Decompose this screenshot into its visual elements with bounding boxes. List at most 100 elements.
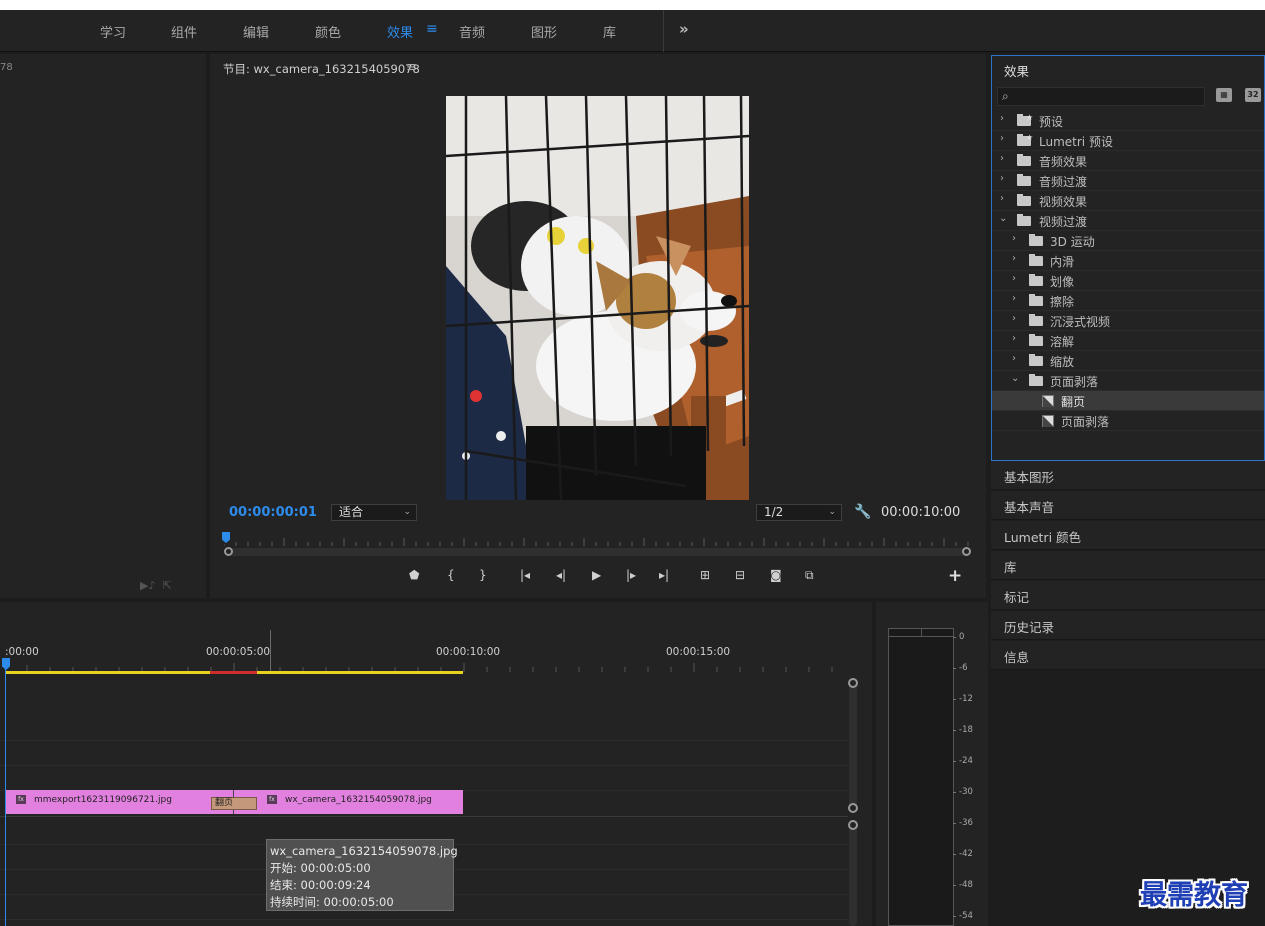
tree-item-label: Lumetri 预设 <box>1039 135 1113 149</box>
scroll-handle-top[interactable] <box>848 678 858 688</box>
timeline-vertical-scrollbars <box>848 678 858 926</box>
tree-item-video-transitions[interactable]: ⌄ 视频过渡 <box>992 211 1264 231</box>
panel-essential-graphics[interactable]: 基本图形 <box>991 461 1265 490</box>
lift-icon[interactable]: ⊞ <box>700 568 710 582</box>
panel-menu-icon[interactable]: ≡ <box>406 60 417 75</box>
panel-label: 基本图形 <box>1004 470 1055 485</box>
go-to-in-icon[interactable]: |◂ <box>520 568 530 582</box>
tree-item-wipe[interactable]: › 擦除 <box>992 291 1264 311</box>
wrench-icon[interactable]: 🔧 <box>854 504 871 520</box>
scroll-handle-top[interactable] <box>848 820 858 830</box>
tree-item-presets[interactable]: › ★ 预设 <box>992 111 1264 131</box>
folder-icon <box>1029 294 1043 306</box>
go-to-out-icon[interactable]: ▸| <box>659 568 669 582</box>
tree-item-video-effects[interactable]: › 视频效果 <box>992 191 1264 211</box>
tree-item-audio-effects[interactable]: › 音频效果 <box>992 151 1264 171</box>
audio-meter-panel: 0 -6 -12 -18 -24 -30 -36 -42 -48 -54 <box>876 602 988 926</box>
resolution-select[interactable]: 1/2 ⌄ <box>756 504 842 521</box>
panel-info[interactable]: 信息 <box>991 641 1265 670</box>
program-title[interactable]: 节目: wx_camera_1632154059078 <box>223 61 420 77</box>
timeline-clip[interactable]: fx mmexport1623119096721.jpg <box>5 790 234 814</box>
play-icon[interactable]: ▶ <box>592 568 601 582</box>
add-button[interactable]: + <box>948 566 962 586</box>
tooltip-duration: 持续时间: 00:00:05:00 <box>270 895 394 909</box>
timeline-panel: :00:00 00:00:05:00 00:00:10:00 00:00:15:… <box>0 602 872 926</box>
camera-icon[interactable]: ◙ <box>770 568 782 582</box>
mark-in-icon[interactable]: { <box>447 568 455 582</box>
folder-icon <box>1029 334 1043 346</box>
tab-effects[interactable]: 效果 <box>387 22 413 41</box>
panel-markers[interactable]: 标记 <box>991 581 1265 610</box>
meter-label: -30 <box>959 787 973 797</box>
transition-clip[interactable]: 翻页 <box>211 797 257 810</box>
step-back-icon[interactable]: ◂| <box>556 568 566 582</box>
tree-item-lumetri-presets[interactable]: › ★ Lumetri 预设 <box>992 131 1264 151</box>
chevron-right-icon: › <box>1012 253 1016 264</box>
tree-item-label: 音频效果 <box>1039 155 1088 169</box>
insert-icon[interactable]: ▶♪ <box>140 579 155 592</box>
32-bit-effects-icon[interactable]: 32 <box>1245 88 1261 102</box>
compare-icon[interactable]: ⧉ <box>805 568 814 583</box>
panel-label: Lumetri 颜色 <box>1004 530 1082 545</box>
panel-lumetri-color[interactable]: Lumetri 颜色 <box>991 521 1265 550</box>
panel-label: 标记 <box>1004 590 1030 605</box>
effects-panel-title[interactable]: 效果 <box>1004 61 1029 80</box>
step-forward-icon[interactable]: |▸ <box>626 568 636 582</box>
tree-item-zoom[interactable]: › 缩放 <box>992 351 1264 371</box>
panel-libraries[interactable]: 库 <box>991 551 1265 580</box>
track-divider <box>0 740 848 741</box>
tree-item-slide[interactable]: › 内滑 <box>992 251 1264 271</box>
add-marker-icon[interactable]: ⬟ <box>409 568 419 582</box>
timeline-clip[interactable]: fx wx_camera_1632154059078.jpg <box>234 790 463 814</box>
meter-label: -6 <box>959 663 968 673</box>
render-status-bar <box>210 671 257 674</box>
tree-item-dissolve[interactable]: › 溶解 <box>992 331 1264 351</box>
preset-folder-icon: ★ <box>1017 113 1033 126</box>
tree-item-page-peel-folder[interactable]: ⌄ 页面剥落 <box>992 371 1264 391</box>
tab-graphics[interactable]: 图形 <box>531 22 557 41</box>
tree-item-iris[interactable]: › 划像 <box>992 271 1264 291</box>
clip-name: wx_camera_1632154059078.jpg <box>285 795 432 805</box>
tree-item-immersive-video[interactable]: › 沉浸式视频 <box>992 311 1264 331</box>
tooltip-end: 结束: 00:00:09:24 <box>270 878 371 892</box>
chevron-down-icon: ⌄ <box>828 507 836 517</box>
program-scrollbar[interactable] <box>224 547 971 556</box>
tree-item-3d-motion[interactable]: › 3D 运动 <box>992 231 1264 251</box>
mark-out-icon[interactable]: } <box>479 568 487 582</box>
fit-select[interactable]: 适合 ⌄ <box>331 504 417 521</box>
ruler-label: 00:00:05:00 <box>206 646 271 658</box>
panel-label: 历史记录 <box>1004 620 1055 635</box>
chevron-right-icon: › <box>1000 133 1004 144</box>
chevron-down-icon: ⌄ <box>999 213 1008 224</box>
tab-color[interactable]: 颜色 <box>315 22 341 41</box>
current-timecode[interactable]: 00:00:00:01 <box>229 505 317 520</box>
tab-audio[interactable]: 音频 <box>459 22 485 41</box>
ruler-label: :00:00 <box>5 646 39 658</box>
export-frame-icon[interactable]: ⇱ <box>162 579 171 592</box>
tree-item-page-peel[interactable]: 页面剥落 <box>992 411 1264 431</box>
meter-label: -48 <box>959 880 973 890</box>
effects-search-input[interactable]: ⌕ <box>997 87 1205 106</box>
tab-assembly[interactable]: 组件 <box>171 22 197 41</box>
tab-learn[interactable]: 学习 <box>100 22 126 41</box>
panel-history[interactable]: 历史记录 <box>991 611 1265 640</box>
scroll-handle-left[interactable] <box>224 547 233 556</box>
audio-track-scrollbar[interactable] <box>849 824 857 926</box>
tree-item-audio-transitions[interactable]: › 音频过渡 <box>992 171 1264 191</box>
video-track-scrollbar[interactable] <box>849 682 857 810</box>
accelerated-effects-icon[interactable]: ▦ <box>1216 88 1232 102</box>
extract-icon[interactable]: ⊟ <box>735 568 745 582</box>
tree-item-page-turn[interactable]: 翻页 <box>992 391 1264 411</box>
scroll-handle-bottom[interactable] <box>848 803 858 813</box>
panel-essential-sound[interactable]: 基本声音 <box>991 491 1265 520</box>
tab-editing[interactable]: 编辑 <box>243 22 269 41</box>
meter-tick <box>953 637 956 638</box>
scroll-handle-right[interactable] <box>962 547 971 556</box>
chevron-right-icon: › <box>1000 193 1004 204</box>
double-chevron-icon[interactable]: » <box>679 20 689 38</box>
video-frame[interactable] <box>446 96 749 500</box>
tab-libraries[interactable]: 库 <box>603 22 616 41</box>
window-top-edge <box>0 0 1265 10</box>
hamburger-icon[interactable]: ≡ <box>426 21 438 37</box>
meter-label: -36 <box>959 818 973 828</box>
